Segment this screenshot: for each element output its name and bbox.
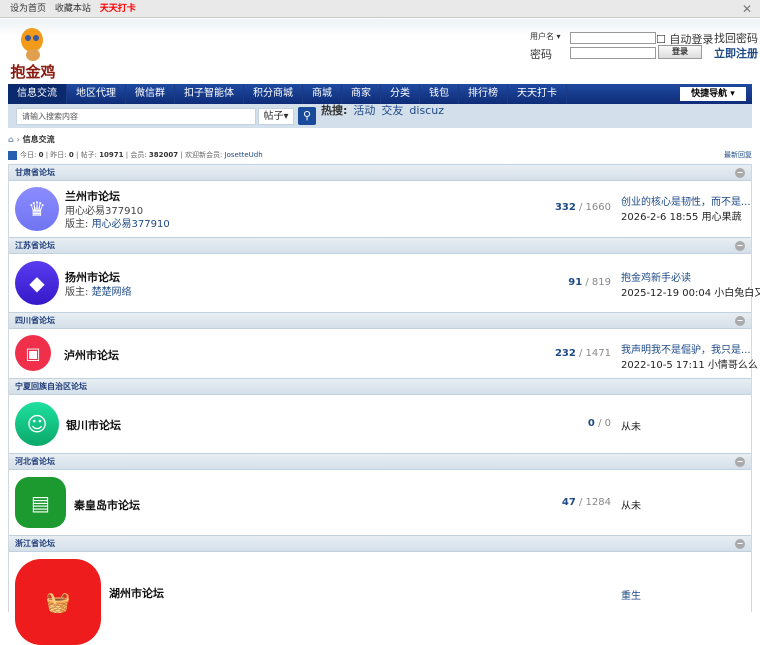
forum-row: ▤ 秦皇岛市论坛 47 / 1284 从未: [9, 470, 751, 535]
nav-item[interactable]: 天天打卡: [508, 84, 567, 104]
nav-item[interactable]: 微信群: [126, 84, 175, 104]
forum-row: ♛ 兰州市论坛 用心必易377910 版主: 用心必易377910 332 / …: [9, 181, 751, 237]
forum-counts: 0 / 0: [587, 418, 611, 429]
forum-name[interactable]: 银川市论坛: [66, 417, 121, 433]
breadcrumb: ⌂ › 信息交流: [8, 135, 55, 144]
new-member-link[interactable]: JosetteUdh: [225, 151, 263, 159]
forum-counts: 47 / 1284: [561, 497, 611, 508]
top-bar: 设为首页 收藏本站 天天打卡 ✕: [0, 0, 760, 18]
forum-row: 🧺 湖州市论坛 重生: [9, 552, 751, 645]
last-post: 抱金鸡新手必读 2025-12-19 00:04 小白兔白又: [621, 269, 760, 299]
forum-counts: 232 / 1471: [554, 348, 611, 359]
login-button[interactable]: 登录: [658, 45, 702, 59]
section-header[interactable]: 宁夏回族自治区论坛: [9, 378, 751, 395]
home-icon[interactable]: ⌂: [8, 135, 14, 144]
nav-item[interactable]: 地区代理: [67, 84, 126, 104]
forum-name[interactable]: 秦皇岛市论坛: [74, 497, 140, 513]
collapse-icon[interactable]: −: [735, 539, 745, 549]
user-star-icon[interactable]: ☺: [15, 402, 59, 446]
main-nav: 信息交流 地区代理 微信群 扣子智能体 积分商城 商城 商家 分类 钱包 排行榜…: [8, 84, 752, 104]
nav-item[interactable]: 扣子智能体: [175, 84, 244, 104]
collapse-icon[interactable]: −: [735, 168, 745, 178]
bookmark-link[interactable]: 收藏本站: [55, 4, 91, 14]
last-post-link[interactable]: 抱金鸡新手必读: [621, 269, 760, 284]
register-link[interactable]: 立即注册: [714, 45, 758, 61]
nav-item[interactable]: 分类: [381, 84, 420, 104]
username-label[interactable]: 用户名 ▾: [530, 31, 561, 42]
hot-label: 热搜:: [321, 104, 348, 117]
hot-link[interactable]: 交友: [381, 104, 403, 117]
moderator-link[interactable]: 用心必易377910: [92, 219, 170, 230]
search-type-select[interactable]: 帖子▾: [258, 108, 294, 125]
basket-icon[interactable]: 🧺: [15, 559, 101, 645]
password-label: 密码: [530, 48, 552, 61]
close-icon[interactable]: ✕: [742, 0, 752, 18]
moderator-link[interactable]: 楚楚网络: [92, 287, 132, 298]
forum-section: 四川省论坛 − ▣ 泸州市论坛 232 / 1471 我声明我不是倔驴，我只是..…: [8, 312, 758, 378]
section-header[interactable]: 浙江省论坛 −: [9, 535, 751, 552]
forum-section: 宁夏回族自治区论坛 ☺ 银川市论坛 0 / 0 从未: [8, 378, 752, 453]
search-input[interactable]: 请输入搜索内容: [16, 108, 256, 125]
forum-row: ◆ 扬州市论坛 版主: 楚楚网络 91 / 819 抱金鸡新手必读 2025-12…: [9, 254, 760, 312]
latest-reply-link[interactable]: 最新回复: [724, 150, 752, 160]
section-header[interactable]: 甘肃省论坛 −: [9, 164, 751, 181]
search-button[interactable]: ⚲: [298, 107, 316, 125]
username-input[interactable]: [570, 32, 656, 44]
forum-counts: 332 / 1660: [554, 202, 611, 213]
hot-link[interactable]: 活动: [353, 104, 375, 117]
collapse-icon[interactable]: −: [735, 316, 745, 326]
last-post: 从未: [621, 501, 641, 512]
nav-item[interactable]: 排行榜: [459, 84, 508, 104]
shopping-bag-icon[interactable]: ▣: [15, 335, 51, 371]
breadcrumb-current[interactable]: 信息交流: [23, 135, 55, 144]
last-post: 创业的核心是韧性，而不是... 2026-2-6 18:55 用心果蔬: [621, 193, 751, 223]
id-card-icon[interactable]: ▤: [15, 477, 66, 528]
collapse-icon[interactable]: −: [735, 241, 745, 251]
forum-counts: 91 / 819: [568, 277, 611, 288]
forum-moderator: 版主: 用心必易377910: [65, 219, 170, 230]
hot-link[interactable]: discuz: [409, 104, 444, 117]
forum-section: 浙江省论坛 − 🧺 湖州市论坛 重生: [8, 535, 752, 645]
quick-nav-button[interactable]: 快捷导航 ▾: [680, 87, 746, 101]
password-input[interactable]: [570, 47, 656, 59]
nav-item[interactable]: 商家: [342, 84, 381, 104]
section-header[interactable]: 四川省论坛 −: [9, 312, 751, 329]
checkin-link[interactable]: 天天打卡: [100, 4, 136, 14]
forum-name[interactable]: 泸州市论坛: [64, 347, 119, 363]
hot-searches: 热搜: 活动 交友 discuz: [321, 102, 444, 118]
collapse-icon[interactable]: −: [735, 457, 745, 467]
last-post: 从未: [621, 422, 641, 433]
forum-section: 江苏省论坛 − ◆ 扬州市论坛 版主: 楚楚网络 91 / 819 抱金鸡新手必读…: [8, 237, 760, 312]
search-icon: ⚲: [302, 109, 312, 122]
site-logo[interactable]: 抱金鸡: [8, 24, 58, 81]
nav-item[interactable]: 积分商城: [244, 84, 303, 104]
forum-stats: 今日: 0 | 昨日: 0 | 帖子: 10971 | 会员: 382007 |…: [8, 150, 752, 160]
nav-item[interactable]: 钱包: [420, 84, 459, 104]
forum-section: 河北省论坛 − ▤ 秦皇岛市论坛 47 / 1284 从未: [8, 453, 752, 535]
search-bar: 请输入搜索内容 帖子▾ ⚲ 热搜: 活动 交友 discuz: [8, 104, 752, 128]
last-post-link[interactable]: 我声明我不是倔驴，我只是...: [621, 341, 758, 356]
nav-item[interactable]: 信息交流: [8, 84, 67, 104]
diamond-icon[interactable]: ◆: [15, 261, 59, 305]
forgot-password-link[interactable]: 找回密码: [714, 30, 758, 46]
section-header[interactable]: 河北省论坛 −: [9, 453, 751, 470]
nav-item[interactable]: 商城: [303, 84, 342, 104]
forum-row: ☺ 银川市论坛 0 / 0 从未: [9, 395, 751, 453]
forum-moderator: 版主: 楚楚网络: [65, 287, 132, 298]
last-post: 我声明我不是倔驴，我只是... 2022-10-5 17:11 小情哥么么: [621, 341, 758, 371]
svg-text:抱金鸡: 抱金鸡: [10, 63, 55, 80]
last-post-link[interactable]: 创业的核心是韧性，而不是...: [621, 193, 751, 208]
section-header[interactable]: 江苏省论坛 −: [9, 237, 751, 254]
forum-name[interactable]: 湖州市论坛: [109, 585, 164, 601]
forum-row: ▣ 泸州市论坛 232 / 1471 我声明我不是倔驴，我只是... 2022-1…: [9, 329, 758, 378]
crown-icon[interactable]: ♛: [15, 187, 59, 231]
forum-section: 甘肃省论坛 − ♛ 兰州市论坛 用心必易377910 版主: 用心必易377910…: [8, 164, 752, 237]
set-home-link[interactable]: 设为首页: [10, 4, 46, 14]
stats-icon: [8, 150, 17, 160]
